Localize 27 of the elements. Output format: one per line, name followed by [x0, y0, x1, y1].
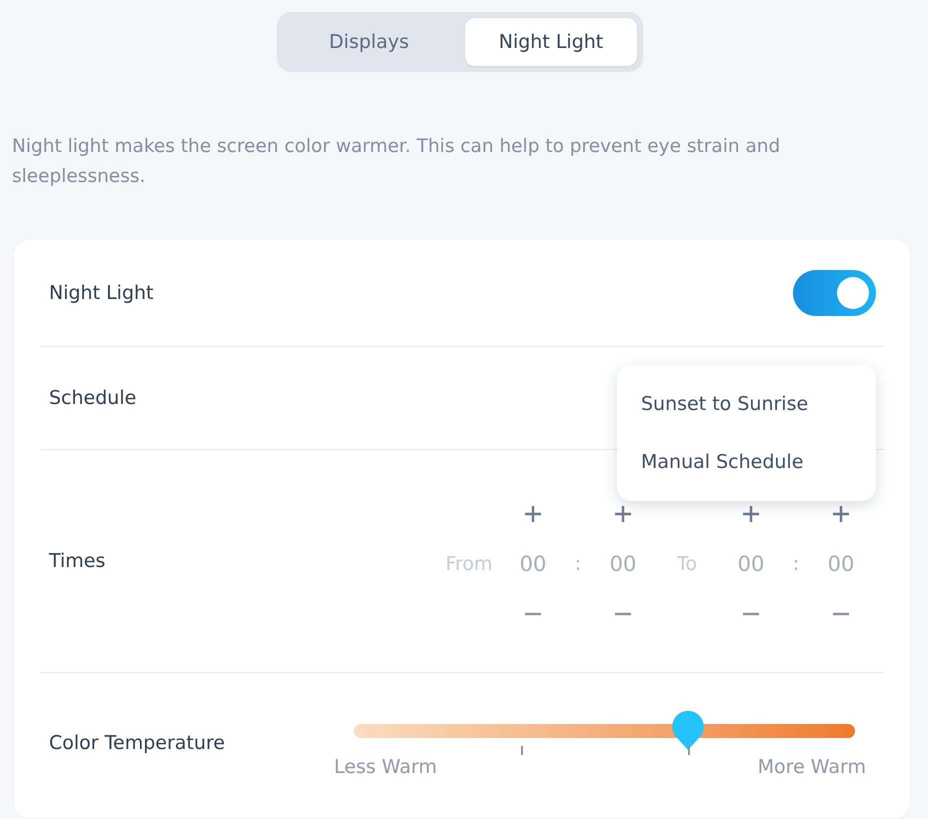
time-value: 00: [520, 552, 546, 576]
setting-label: Schedule: [49, 387, 136, 409]
setting-label: Times: [49, 550, 106, 572]
menu-item[interactable]: Manual Schedule: [617, 445, 876, 479]
time-value: 00: [610, 552, 636, 576]
plus-icon[interactable]: [741, 504, 761, 524]
menu-item[interactable]: Sunset to Sunrise: [617, 387, 876, 421]
setting-label: Color Temperature: [49, 732, 226, 754]
toggle-switch[interactable]: [793, 270, 876, 316]
time-separator: :: [574, 553, 582, 575]
time-value: 00: [828, 552, 854, 576]
plus-icon[interactable]: [831, 504, 851, 524]
plus-icon[interactable]: [613, 504, 633, 524]
description-text: Night light makes the screen color warmer. This can help to prevent eye strain and sleeplessness.: [12, 135, 782, 189]
slider-max-label: More Warm: [758, 756, 866, 778]
tick-mark: [688, 746, 690, 755]
time-label: To: [676, 553, 698, 575]
tab[interactable]: Night Light: [465, 18, 637, 66]
time-separator: :: [792, 553, 800, 575]
plus-icon[interactable]: [523, 504, 543, 524]
tab[interactable]: Displays: [283, 18, 455, 66]
slider-min-label: Less Warm: [334, 756, 437, 778]
time-value: 00: [738, 552, 764, 576]
tick-mark: [520, 746, 523, 755]
slider-thumb[interactable]: [670, 710, 705, 752]
time-label: From: [444, 553, 494, 575]
setting-label: Night Light: [49, 282, 154, 304]
